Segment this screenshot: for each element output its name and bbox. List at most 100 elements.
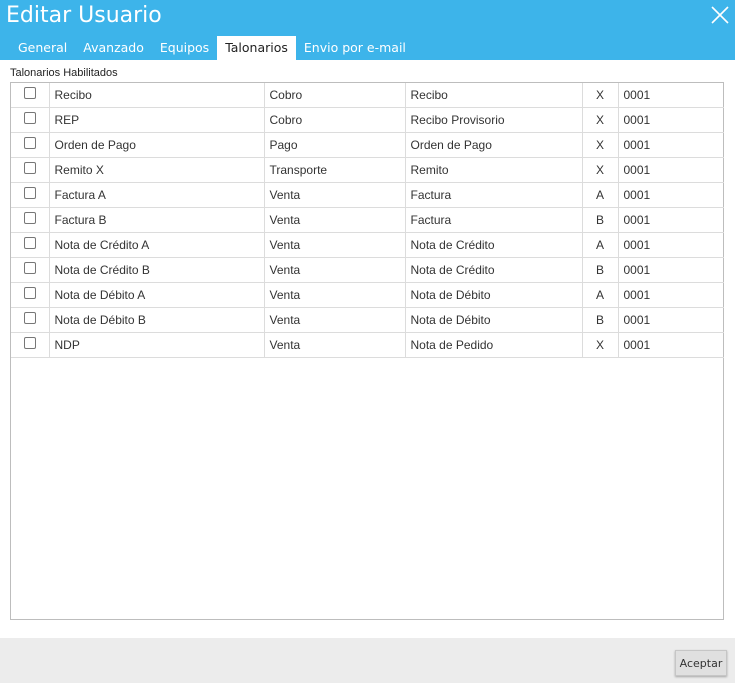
cell-type: Venta <box>263 182 405 208</box>
row-checkbox[interactable] <box>23 186 36 199</box>
table-row[interactable]: Factura A Venta Factura A 0001 <box>11 182 724 208</box>
cell-letter: A <box>581 182 618 208</box>
table-row[interactable]: Factura B Venta Factura B 0001 <box>11 207 724 233</box>
cell-number: 0001 <box>617 307 724 333</box>
cell-type: Venta <box>263 207 405 233</box>
cell-number: 0001 <box>617 332 724 358</box>
row-checkbox-cell <box>11 257 49 283</box>
cell-number: 0001 <box>617 282 724 308</box>
row-checkbox-cell <box>11 207 49 233</box>
cell-document: Remito <box>404 157 582 183</box>
table-row[interactable]: Nota de Débito B Venta Nota de Débito B 0001 <box>11 307 724 333</box>
cell-number: 0001 <box>617 157 724 183</box>
tab-talonarios[interactable]: Talonarios <box>217 36 296 60</box>
table-row[interactable]: REP Cobro Recibo Provisorio X 0001 <box>11 107 724 133</box>
cell-name: Nota de Crédito A <box>48 232 264 258</box>
row-checkbox-cell <box>11 83 49 108</box>
row-checkbox[interactable] <box>23 211 36 224</box>
row-checkbox-cell <box>11 157 49 183</box>
dialog-footer: Aceptar <box>0 638 735 683</box>
cell-letter: B <box>581 257 618 283</box>
cell-type: Venta <box>263 332 405 358</box>
row-checkbox[interactable] <box>23 161 36 174</box>
section-label: Talonarios Habilitados <box>10 67 118 79</box>
tab-equipos[interactable]: Equipos <box>152 36 217 60</box>
cell-letter: A <box>581 232 618 258</box>
cell-letter: B <box>581 207 618 233</box>
cell-letter: X <box>581 83 618 108</box>
dialog-title: Editar Usuario <box>6 3 162 28</box>
cell-number: 0001 <box>617 107 724 133</box>
cell-type: Venta <box>263 282 405 308</box>
tab-avanzado[interactable]: Avanzado <box>75 36 152 60</box>
cell-number: 0001 <box>617 132 724 158</box>
cell-type: Transporte <box>263 157 405 183</box>
table-row[interactable]: NDP Venta Nota de Pedido X 0001 <box>11 332 724 358</box>
talonarios-table: Recibo Cobro Recibo X 0001 REP Cobro Recibo Pro… <box>11 83 724 358</box>
table-row[interactable]: Nota de Crédito B Venta Nota de Crédito B 00… <box>11 257 724 283</box>
row-checkbox[interactable] <box>23 286 36 299</box>
table-row[interactable]: Nota de Crédito A Venta Nota de Crédito A 00… <box>11 232 724 258</box>
cell-number: 0001 <box>617 257 724 283</box>
cell-type: Venta <box>263 232 405 258</box>
cell-number: 0001 <box>617 207 724 233</box>
row-checkbox[interactable] <box>23 136 36 149</box>
row-checkbox-cell <box>11 307 49 333</box>
cell-type: Venta <box>263 307 405 333</box>
row-checkbox[interactable] <box>23 86 36 99</box>
cell-document: Nota de Crédito <box>404 257 582 283</box>
talonarios-grid: Recibo Cobro Recibo X 0001 REP Cobro Recibo Pro… <box>10 82 724 620</box>
tab-bar: General Avanzado Equipos Talonarios Envi… <box>10 36 414 60</box>
dialog-header: Editar Usuario General Avanzado Equipos … <box>0 0 735 60</box>
cell-document: Nota de Débito <box>404 282 582 308</box>
row-checkbox[interactable] <box>23 311 36 324</box>
cell-document: Nota de Débito <box>404 307 582 333</box>
table-row[interactable]: Nota de Débito A Venta Nota de Débito A 0001 <box>11 282 724 308</box>
cell-number: 0001 <box>617 83 724 108</box>
cell-type: Cobro <box>263 83 405 108</box>
cell-letter: B <box>581 307 618 333</box>
close-icon[interactable] <box>707 2 733 28</box>
cell-type: Venta <box>263 257 405 283</box>
cell-letter: A <box>581 282 618 308</box>
accept-button[interactable]: Aceptar <box>675 650 727 676</box>
cell-number: 0001 <box>617 232 724 258</box>
cell-name: Nota de Crédito B <box>48 257 264 283</box>
cell-letter: X <box>581 157 618 183</box>
row-checkbox[interactable] <box>23 111 36 124</box>
cell-document: Nota de Pedido <box>404 332 582 358</box>
table-row[interactable]: Remito X Transporte Remito X 0001 <box>11 157 724 183</box>
cell-type: Cobro <box>263 107 405 133</box>
cell-number: 0001 <box>617 182 724 208</box>
cell-document: Factura <box>404 207 582 233</box>
row-checkbox-cell <box>11 182 49 208</box>
cell-letter: X <box>581 107 618 133</box>
cell-name: Remito X <box>48 157 264 183</box>
cell-name: Nota de Débito B <box>48 307 264 333</box>
table-row[interactable]: Orden de Pago Pago Orden de Pago X 0001 <box>11 132 724 158</box>
cell-document: Recibo Provisorio <box>404 107 582 133</box>
row-checkbox[interactable] <box>23 261 36 274</box>
row-checkbox-cell <box>11 332 49 358</box>
cell-document: Recibo <box>404 83 582 108</box>
row-checkbox[interactable] <box>23 336 36 349</box>
cell-name: Factura B <box>48 207 264 233</box>
cell-name: Recibo <box>48 83 264 108</box>
row-checkbox[interactable] <box>23 236 36 249</box>
row-checkbox-cell <box>11 282 49 308</box>
cell-type: Pago <box>263 132 405 158</box>
cell-document: Orden de Pago <box>404 132 582 158</box>
cell-name: Orden de Pago <box>48 132 264 158</box>
cell-letter: X <box>581 332 618 358</box>
row-checkbox-cell <box>11 107 49 133</box>
cell-name: NDP <box>48 332 264 358</box>
row-checkbox-cell <box>11 232 49 258</box>
tab-envio-email[interactable]: Envio por e-mail <box>296 36 414 60</box>
cell-name: Nota de Débito A <box>48 282 264 308</box>
cell-name: Factura A <box>48 182 264 208</box>
table-row[interactable]: Recibo Cobro Recibo X 0001 <box>11 83 724 108</box>
cell-name: REP <box>48 107 264 133</box>
cell-document: Factura <box>404 182 582 208</box>
row-checkbox-cell <box>11 132 49 158</box>
tab-general[interactable]: General <box>10 36 75 60</box>
